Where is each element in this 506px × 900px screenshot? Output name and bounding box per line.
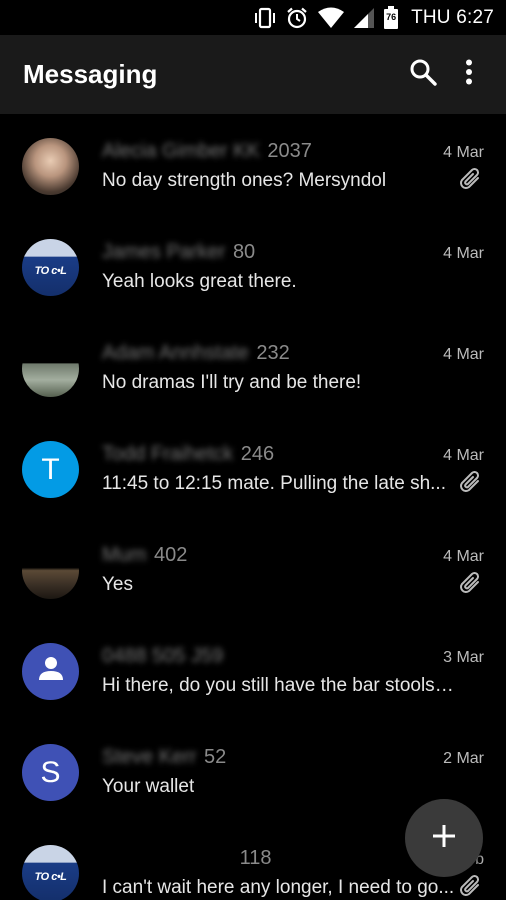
message-count: 246 [240,443,275,465]
sender: Adam Annhstate 232 [102,342,290,365]
conversation-item[interactable]: T Todd Fraihetck 246 4 Mar 11:45 to 12:1… [0,417,506,518]
avatar [22,542,79,599]
attachment-icon [458,873,484,899]
message-snippet: 11:45 to 12:15 mate. Pulling the late sh… [102,473,446,494]
conversation-list[interactable]: Alecia Gimber KK 2037 4 Mar No day stren… [0,114,506,900]
app-bar: Messaging [0,35,506,114]
vibrate-icon [253,7,277,29]
sender-name: James Parker [102,241,226,263]
page-title: Messaging [23,59,158,89]
date: 4 Mar [443,447,484,464]
message-snippet: Yes [102,574,133,595]
battery-icon: 76 [383,5,399,30]
conversation-item[interactable]: 0488 505 J59 3 Mar Hi there, do you stil… [0,619,506,720]
alarm-icon [285,6,309,30]
sender: Steve Kerr 52 [102,746,226,769]
avatar-letter: T [41,452,60,486]
conversation-item[interactable]: Alecia Gimber KK 2037 4 Mar No day stren… [0,114,506,215]
conversation-item[interactable]: Mum 402 4 Mar Yes [0,518,506,619]
sender-name: Todd Fraihetck [102,443,234,465]
avatar: TO c•L [22,845,79,900]
plus-icon [432,824,456,853]
avatar [22,138,79,195]
sender: James Parker 80 [102,241,255,264]
message-snippet: No dramas I'll try and be there! [102,372,362,393]
avatar-letter: S [40,755,61,789]
message-snippet: No day strength ones? Mersyndol [102,170,387,191]
attachment-icon [458,166,484,192]
more-vert-icon [465,59,473,90]
clock: THU 6:27 [411,6,494,28]
message-snippet: I can't wait here any longer, I need to … [102,877,455,898]
status-bar: 76 THU 6:27 [0,0,506,35]
attachment-icon [458,570,484,596]
wifi-icon [317,7,345,29]
sender: 0488 505 J59 [102,645,225,668]
message-count: 2037 [267,140,312,162]
date: 3 Mar [443,649,484,666]
message-count: 118 [239,847,272,869]
search-button[interactable] [400,52,446,98]
message-count: 80 [232,241,256,263]
avatar [22,643,79,700]
sender: Mum 402 [102,544,187,567]
message-snippet: Your wallet [102,776,195,797]
message-count: 52 [204,746,227,768]
battery-level: 76 [386,11,397,22]
sender-name: Alecia Gimber KK [102,140,260,162]
sender-name: Mum [102,544,147,566]
date: 4 Mar [443,144,484,161]
avatar: T [22,441,79,498]
date: 4 Mar [443,346,484,363]
sender: 118 [102,847,272,870]
conversation-item[interactable]: TO c•L James Parker 80 4 Mar Yeah looks … [0,215,506,316]
signal-icon [353,7,375,29]
message-count: 232 [256,342,290,364]
message-count: 402 [154,544,188,566]
sender-name: 0488 505 J59 [102,645,224,667]
new-message-button[interactable] [405,799,483,877]
date: 4 Mar [443,548,484,565]
attachment-icon [458,469,484,495]
sender-name: Adam Annhstate [102,342,249,364]
search-icon [409,58,437,91]
avatar [22,340,79,397]
avatar: TO c•L [22,239,79,296]
date: 4 Mar [443,245,484,262]
sender: Todd Fraihetck 246 [102,443,274,466]
more-options-button[interactable] [446,52,492,98]
avatar: S [22,744,79,801]
date: 2 Mar [443,750,484,767]
sender-name: Steve Kerr [102,746,197,768]
conversation-item[interactable]: Adam Annhstate 232 4 Mar No dramas I'll … [0,316,506,417]
person-icon [36,653,66,691]
message-snippet: Hi there, do you still have the bar stoo… [102,675,458,696]
sender: Alecia Gimber KK 2037 [102,140,312,163]
message-snippet: Yeah looks great there. [102,271,297,292]
